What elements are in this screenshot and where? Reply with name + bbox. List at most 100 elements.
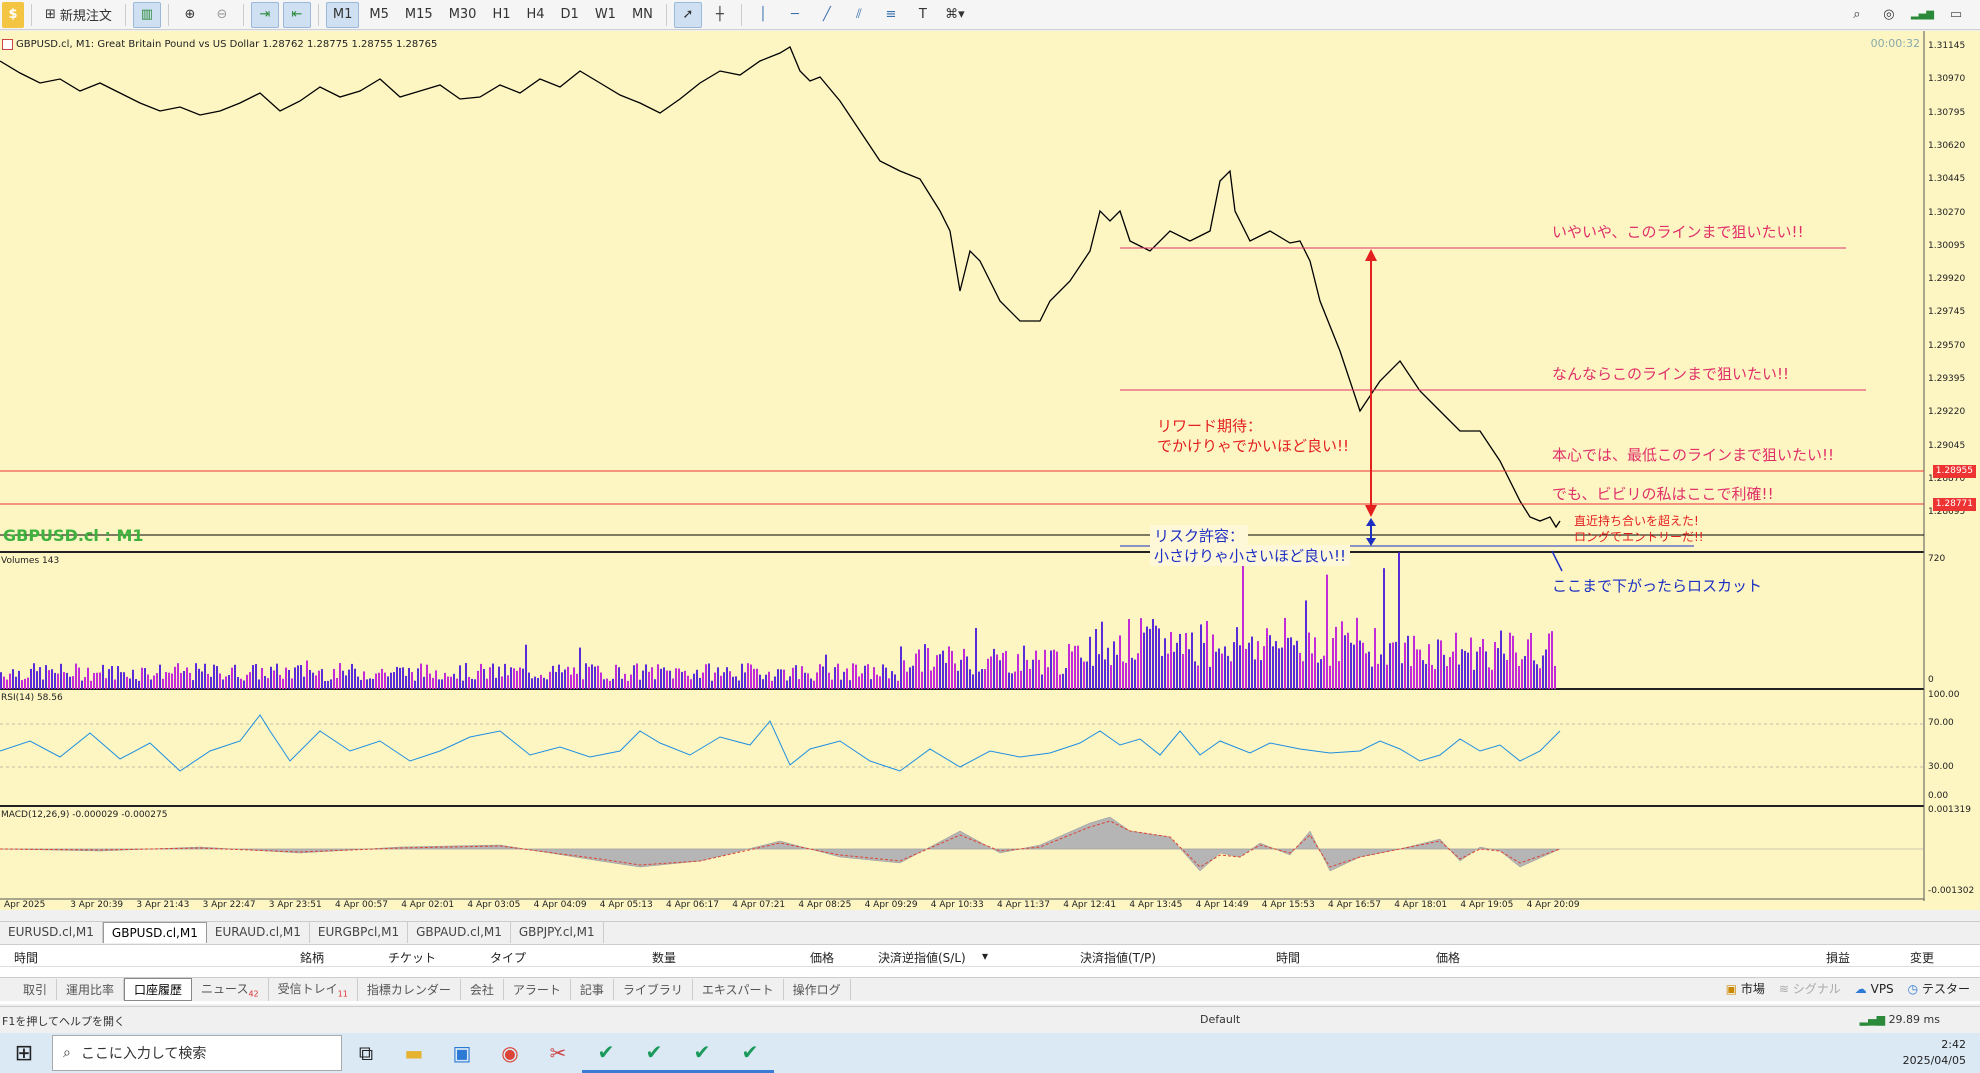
tab-history[interactable]: 口座履歴 bbox=[124, 978, 193, 1001]
symbol-tab-euraud[interactable]: EURAUD.cl,M1 bbox=[207, 922, 310, 943]
volume-bar bbox=[1380, 654, 1382, 689]
volume-bar bbox=[588, 666, 590, 689]
tester-link[interactable]: ◷ テスター bbox=[1908, 980, 1970, 997]
tab-library[interactable]: ライブラリ bbox=[614, 979, 693, 1000]
tab-company[interactable]: 会社 bbox=[461, 979, 504, 1000]
col-price[interactable]: 価格 bbox=[810, 949, 834, 966]
col-profit[interactable]: 損益 bbox=[1826, 949, 1850, 966]
timeframe-m15[interactable]: M15 bbox=[399, 2, 439, 28]
volume-bar bbox=[1152, 619, 1154, 689]
metatrader-icon-1[interactable]: ✔ bbox=[582, 1033, 630, 1073]
zoom-out-icon[interactable]: ⊖ bbox=[208, 2, 236, 28]
taskbar-clock[interactable]: 2:42 2025/04/05 bbox=[1903, 1037, 1980, 1069]
volume-bar bbox=[471, 678, 473, 689]
timeframe-m5[interactable]: M5 bbox=[363, 2, 395, 28]
timeframe-h1[interactable]: H1 bbox=[486, 2, 516, 28]
volume-bar bbox=[483, 669, 485, 689]
volume-bar bbox=[477, 670, 479, 689]
fibonacci-icon[interactable]: ≡ bbox=[877, 2, 905, 28]
timeframe-mn[interactable]: MN bbox=[626, 2, 659, 28]
volume-bar bbox=[594, 666, 596, 689]
search-icon[interactable]: ⌕ bbox=[1843, 2, 1871, 28]
volume-bar bbox=[699, 677, 701, 689]
timeframe-m30[interactable]: M30 bbox=[443, 2, 483, 28]
metatrader-icon-3[interactable]: ✔ bbox=[678, 1033, 726, 1073]
tab-calendar[interactable]: 指標カレンダー bbox=[358, 979, 461, 1000]
timeframe-h4[interactable]: H4 bbox=[521, 2, 551, 28]
symbol-tab-eurusd[interactable]: EURUSD.cl,M1 bbox=[0, 922, 103, 943]
volume-bar bbox=[972, 674, 974, 689]
col-type[interactable]: タイプ bbox=[490, 949, 526, 966]
metatrader-icon-2[interactable]: ✔ bbox=[630, 1033, 678, 1073]
symbol-tab-eurgbp[interactable]: EURGBPcl,M1 bbox=[310, 922, 409, 943]
tab-mailbox[interactable]: 受信トレイ11 bbox=[269, 978, 358, 1001]
tab-news[interactable]: ニュース42 bbox=[192, 978, 269, 1001]
vertical-line-icon[interactable]: │ bbox=[749, 2, 777, 28]
volume-bar bbox=[1353, 644, 1355, 689]
market-link[interactable]: ▣ 市場 bbox=[1726, 980, 1765, 997]
connection-ping[interactable]: ▂▄▆ 29.89 ms bbox=[1860, 1013, 1940, 1026]
timeframe-w1[interactable]: W1 bbox=[589, 2, 622, 28]
symbol-tab-gbpjpy[interactable]: GBPJPY.cl,M1 bbox=[511, 922, 604, 943]
signals-link[interactable]: ≋ シグナル bbox=[1779, 980, 1841, 997]
metatrader-icon-4[interactable]: ✔ bbox=[726, 1033, 774, 1073]
volume-bar bbox=[1167, 653, 1169, 689]
snipping-tool-icon[interactable]: ✂ bbox=[534, 1033, 582, 1073]
col-change[interactable]: 変更 bbox=[1910, 949, 1934, 966]
volume-bar bbox=[1182, 654, 1184, 689]
taskbar-search[interactable]: ⌕ ここに入力して検索 bbox=[52, 1035, 342, 1071]
horizontal-line-icon[interactable]: ─ bbox=[781, 2, 809, 28]
volume-bar bbox=[141, 667, 143, 689]
task-view-icon[interactable]: ⧉ bbox=[342, 1033, 390, 1073]
col-tp[interactable]: 決済指値(T/P) bbox=[1080, 949, 1156, 966]
channel-icon[interactable]: ⫽ bbox=[845, 2, 873, 28]
timeframe-d1[interactable]: D1 bbox=[555, 2, 585, 28]
volume-bar bbox=[237, 676, 239, 689]
volume-bar bbox=[723, 672, 725, 689]
timeframe-m1[interactable]: M1 bbox=[325, 1, 360, 28]
chart-shift-icon[interactable]: ⇤ bbox=[282, 1, 311, 28]
text-tool-icon[interactable]: T bbox=[909, 2, 937, 28]
symbol-tab-gbpusd[interactable]: GBPUSD.cl,M1 bbox=[102, 922, 207, 943]
profile-name[interactable]: Default bbox=[1200, 1013, 1240, 1026]
tab-articles[interactable]: 記事 bbox=[571, 979, 614, 1000]
candlestick-chart-icon[interactable]: ▥ bbox=[132, 1, 161, 28]
tab-exposure[interactable]: 運用比率 bbox=[57, 979, 125, 1000]
signal-strength-icon[interactable]: ▂▄▆ bbox=[1907, 2, 1938, 28]
file-explorer-icon[interactable]: ▬ bbox=[390, 1033, 438, 1073]
toggle-icon[interactable]: ▭ bbox=[1942, 2, 1970, 28]
col-sl[interactable]: 決済逆指値(S/L) bbox=[878, 949, 966, 966]
cursor-icon[interactable]: ➚ bbox=[673, 1, 702, 28]
volume-bar bbox=[426, 664, 428, 689]
volume-bar bbox=[741, 663, 743, 689]
trendline-icon[interactable]: ╱ bbox=[813, 2, 841, 28]
chart-window[interactable]: GBPUSD.cl, M1: Great Britain Pound vs US… bbox=[0, 31, 1980, 910]
tab-journal[interactable]: 操作ログ bbox=[784, 979, 851, 1000]
volume-bar bbox=[852, 663, 854, 689]
zoom-in-icon[interactable]: ⊕ bbox=[176, 2, 204, 28]
volume-bar bbox=[1515, 652, 1517, 689]
windows-start-icon[interactable]: ⊞ bbox=[0, 1033, 48, 1073]
shapes-menu-icon[interactable]: ⌘▾ bbox=[941, 2, 969, 28]
vps-link[interactable]: ☁ VPS bbox=[1855, 982, 1894, 996]
tab-trade[interactable]: 取引 bbox=[14, 979, 58, 1000]
tab-alerts[interactable]: アラート bbox=[504, 979, 571, 1000]
chrome-icon[interactable]: ◉ bbox=[486, 1033, 534, 1073]
volume-bar bbox=[546, 679, 548, 689]
symbol-tab-gbpaud[interactable]: GBPAUD.cl,M1 bbox=[408, 922, 511, 943]
tab-experts[interactable]: エキスパート bbox=[693, 979, 784, 1000]
account-icon[interactable]: ◎ bbox=[1875, 2, 1903, 28]
crosshair-icon[interactable]: ┼ bbox=[706, 2, 734, 28]
volume-bar bbox=[372, 678, 374, 689]
col-time[interactable]: 時間 bbox=[14, 949, 38, 966]
mql-editor-icon[interactable]: $ bbox=[2, 1, 24, 28]
app-icon[interactable]: ▣ bbox=[438, 1033, 486, 1073]
col-close-time[interactable]: 時間 bbox=[1276, 949, 1300, 966]
col-volume[interactable]: 数量 bbox=[652, 949, 676, 966]
sort-chevron-icon[interactable]: ▾ bbox=[982, 949, 988, 963]
new-order-button[interactable]: ⊞ 新規注文 bbox=[39, 2, 118, 28]
col-ticket[interactable]: チケット bbox=[388, 949, 436, 966]
col-close-price[interactable]: 価格 bbox=[1436, 949, 1460, 966]
col-symbol[interactable]: 銘柄 bbox=[300, 949, 324, 966]
autoscroll-icon[interactable]: ⇥ bbox=[250, 1, 279, 28]
